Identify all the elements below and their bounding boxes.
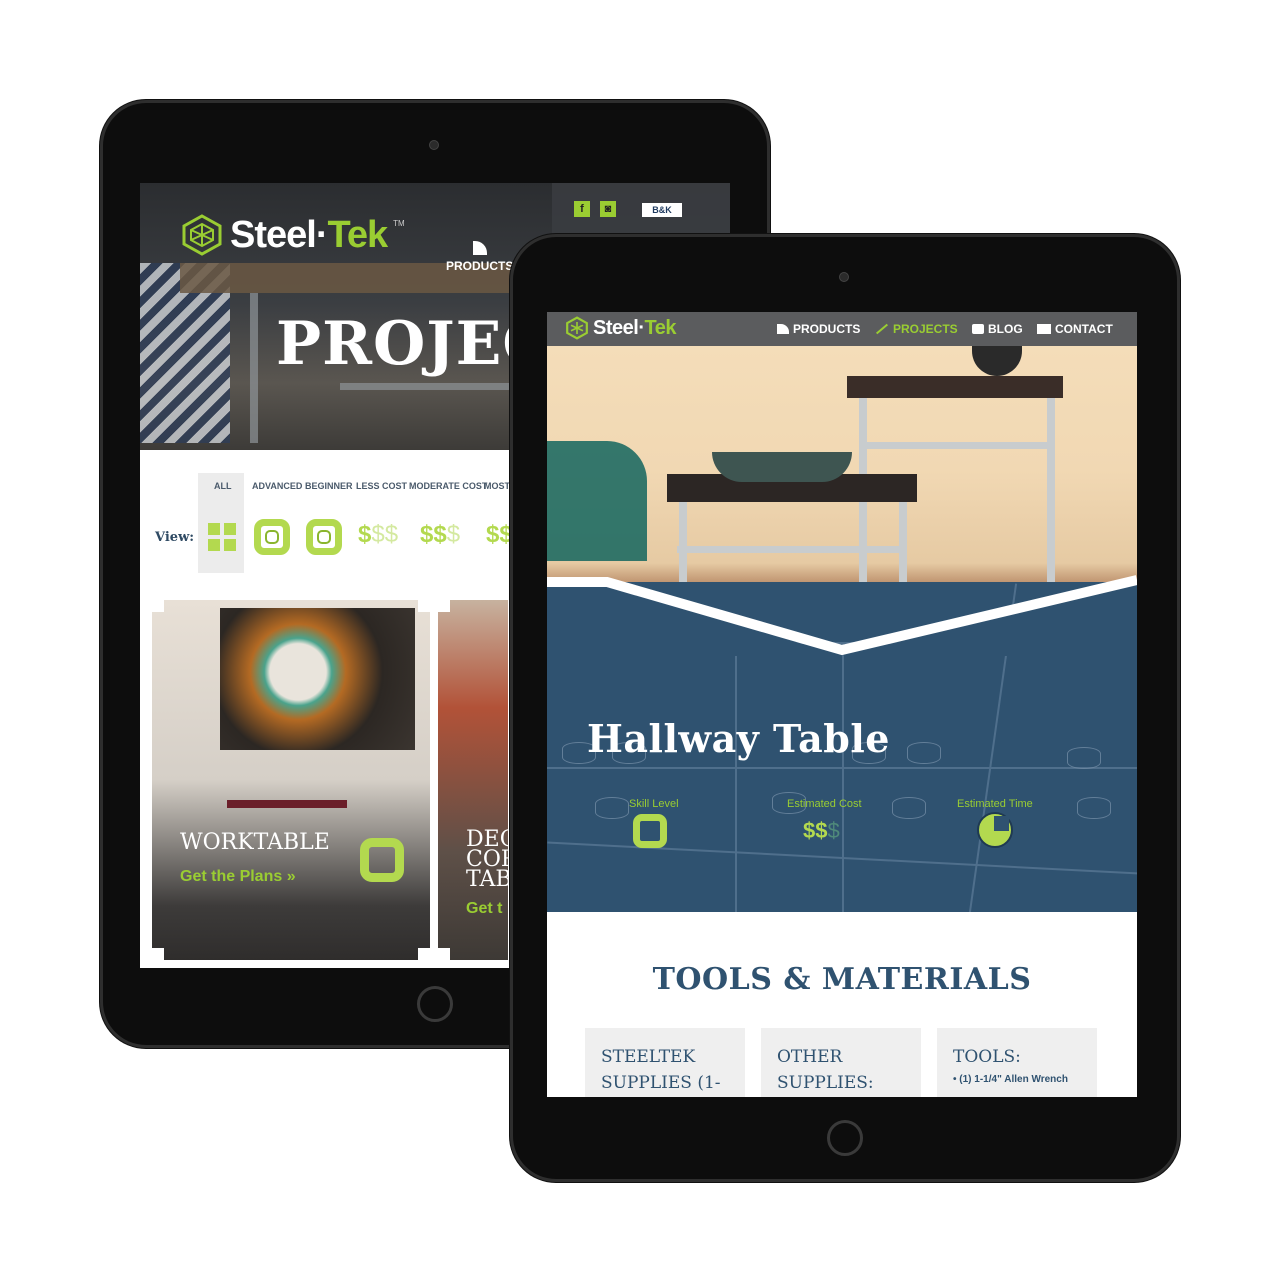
box-heading: STEELTEK SUPPLIES (1- (601, 1047, 721, 1093)
logo-wordmark: Steel·Tek (230, 213, 388, 256)
project-card-worktable[interactable]: WORKTABLE Get the Plans » (152, 600, 430, 960)
nav-products-label: PRODUCTS (446, 259, 514, 273)
chevron-divider (547, 575, 1137, 656)
clock-icon (977, 812, 1013, 848)
home-button[interactable] (827, 1120, 863, 1156)
tools-heading: TOOLS & MATERIALS (652, 962, 1032, 997)
top-navigation: Steel·Tek PRODUCTS PROJECTS BLOG CONTACT (547, 312, 1137, 346)
bowl-photo (712, 452, 852, 482)
camera-icon (839, 272, 849, 282)
skill-level-icon (633, 814, 667, 848)
get-plans-link[interactable]: Get t (466, 900, 502, 918)
nav-contact[interactable]: CONTACT (1037, 322, 1113, 336)
vase-photo (972, 346, 1022, 376)
nav-products[interactable]: PRODUCTS (777, 322, 860, 336)
moderate-cost-icon[interactable]: $$$ (420, 521, 460, 549)
get-plans-link[interactable]: Get the Plans » (180, 868, 296, 886)
camera-icon (429, 140, 439, 150)
front-tablet-screen: Steel·Tek PRODUCTS PROJECTS BLOG CONTACT (547, 312, 1137, 1097)
upper-tabletop (847, 376, 1063, 398)
most-cost-icon[interactable]: $$ (486, 521, 513, 549)
desk-photo (227, 800, 347, 808)
logo-wordmark: Steel·Tek (593, 316, 676, 339)
front-tablet-device: Steel·Tek PRODUCTS PROJECTS BLOG CONTACT (510, 234, 1180, 1182)
chair-photo (547, 441, 647, 561)
filter-moderate-cost[interactable]: MODERATE COST (409, 481, 487, 491)
painting-photo (220, 608, 415, 750)
view-all-grid-icon[interactable] (208, 523, 236, 551)
filter-beginner[interactable]: BEGINNER (305, 481, 353, 491)
filter-advanced[interactable]: ADVANCED (252, 481, 302, 491)
skill-level-icon (360, 838, 404, 882)
box-heading: OTHER SUPPLIES: (777, 1047, 874, 1093)
home-button[interactable] (417, 986, 453, 1022)
pipe-icon (472, 241, 487, 255)
nav-blog[interactable]: BLOG (972, 322, 1023, 336)
project-card-decor-table[interactable]: DEC COR TAB Get t (438, 600, 508, 960)
instagram-icon[interactable]: ◙ (600, 201, 616, 217)
brand-badge[interactable]: B&K (642, 203, 682, 217)
filter-all[interactable]: ALL (214, 481, 232, 491)
trademark-mark: TM (393, 219, 405, 228)
estimated-time-label: Estimated Time (957, 798, 1033, 810)
beginner-skill-icon[interactable] (306, 519, 342, 555)
skill-level-label: Skill Level (629, 798, 679, 810)
nav-products[interactable]: PRODUCTS (446, 241, 513, 273)
nav-projects[interactable]: PROJECTS (875, 322, 958, 336)
tools-box: TOOLS: • (1) 1-1/4" Allen Wrench (937, 1028, 1097, 1097)
speech-bubble-icon (972, 324, 984, 334)
advanced-skill-icon[interactable] (254, 519, 290, 555)
hexagon-logo-icon (566, 316, 588, 340)
steeltek-logo[interactable]: Steel·Tek (565, 316, 676, 340)
wrench-icon (875, 323, 889, 335)
project-title: Hallway Table (587, 716, 890, 761)
other-supplies-box: OTHER SUPPLIES: (761, 1028, 921, 1097)
hexagon-logo-icon (182, 214, 222, 256)
box-heading: TOOLS: (953, 1047, 1021, 1067)
pipe-icon (777, 324, 789, 334)
steeltek-supplies-box: STEELTEK SUPPLIES (1- (585, 1028, 745, 1097)
tool-list-item: • (1) 1-1/4" Allen Wrench (953, 1074, 1068, 1085)
filter-less-cost[interactable]: LESS COST (356, 481, 407, 491)
estimated-cost-value: $$$ (803, 818, 840, 843)
pipe-leg (250, 293, 258, 443)
card-title: DEC COR TAB (466, 827, 508, 892)
envelope-icon (1037, 324, 1051, 334)
card-title: WORKTABLE (180, 830, 330, 855)
estimated-cost-label: Estimated Cost (787, 798, 862, 810)
view-label: View: (155, 530, 195, 545)
less-cost-icon[interactable]: $$$ (358, 521, 398, 549)
facebook-icon[interactable]: f (574, 201, 590, 217)
steeltek-logo[interactable]: Steel·Tek TM (180, 213, 405, 257)
